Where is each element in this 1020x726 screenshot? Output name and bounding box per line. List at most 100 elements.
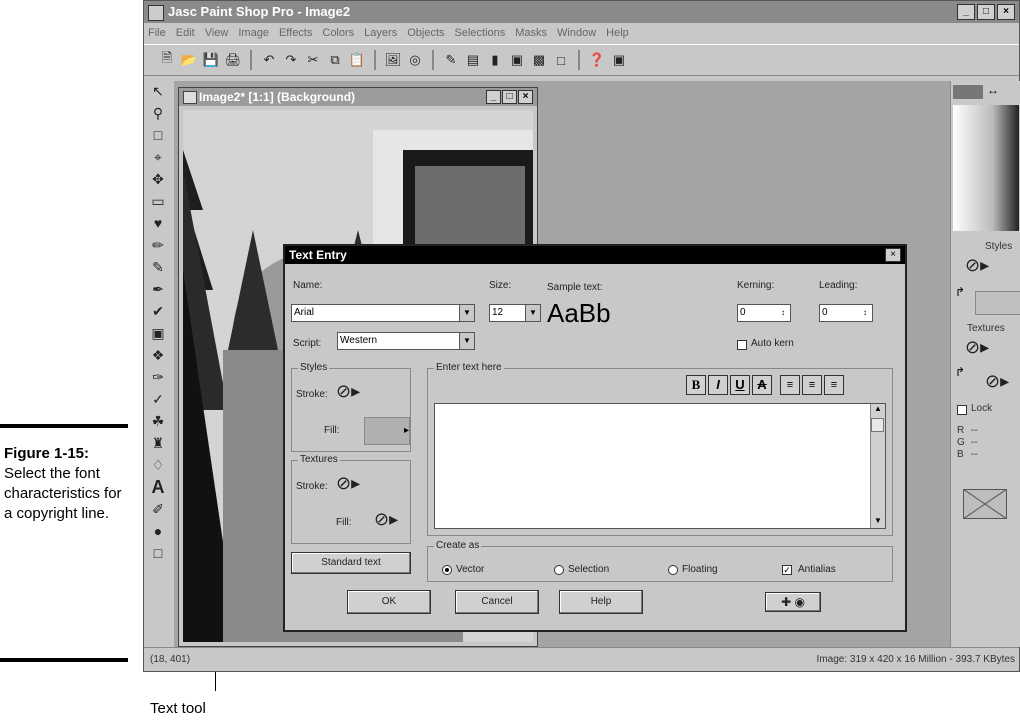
clone-tool-icon[interactable]: ✒	[147, 279, 169, 299]
layer-palette-icon[interactable]: ▩	[530, 51, 548, 69]
vector-radio[interactable]	[442, 565, 452, 575]
histogram-icon[interactable]: □	[552, 51, 570, 69]
color-swatch[interactable]	[953, 85, 983, 99]
scroll-thumb[interactable]	[871, 418, 884, 432]
bold-button[interactable]: B	[686, 375, 706, 395]
preset-shapes-icon[interactable]: ●	[147, 521, 169, 541]
color-replacer-icon[interactable]: ✔	[147, 301, 169, 321]
textures-null-icon[interactable]: ⊘▸	[965, 337, 989, 358]
close-button[interactable]: ×	[997, 4, 1015, 20]
copy-icon[interactable]: ⧉	[326, 51, 344, 69]
menu-image[interactable]: Image	[238, 23, 269, 43]
minimize-button[interactable]: _	[957, 4, 975, 20]
scratch-remover-icon[interactable]: ❖	[147, 345, 169, 365]
chevron-down-icon[interactable]: ▼	[459, 333, 474, 349]
undo-icon[interactable]: ↶	[260, 51, 278, 69]
dialog-close-button[interactable]: ×	[885, 248, 901, 262]
zoom-tool-icon[interactable]: ⚲	[147, 103, 169, 123]
text-tool-icon[interactable]: A	[147, 477, 169, 497]
color-palette-icon[interactable]: ▮	[486, 51, 504, 69]
menu-masks[interactable]: Masks	[515, 23, 547, 43]
menu-selections[interactable]: Selections	[455, 23, 506, 43]
print-icon[interactable]: 🖨	[224, 51, 242, 69]
zoom-icon[interactable]: ◎	[406, 51, 424, 69]
standard-text-button[interactable]: Standard text	[291, 552, 411, 574]
object-selector-icon[interactable]: □	[147, 543, 169, 563]
maximize-button[interactable]: □	[977, 4, 995, 20]
fill-swatch[interactable]: ▸	[364, 417, 410, 445]
menu-layers[interactable]: Layers	[364, 23, 397, 43]
script-select[interactable]: Western ▼	[337, 332, 475, 350]
tool-palette-icon[interactable]: ✎	[442, 51, 460, 69]
menu-edit[interactable]: Edit	[176, 23, 195, 43]
camera-icon[interactable]: ▣	[610, 51, 628, 69]
underline-button[interactable]: U	[730, 375, 750, 395]
paste-icon[interactable]: 📋	[348, 51, 366, 69]
picture-tube-icon[interactable]: ✓	[147, 389, 169, 409]
styles-null-icon[interactable]: ⊘▸	[965, 255, 989, 276]
overview-icon[interactable]: ▣	[508, 51, 526, 69]
menu-help[interactable]: Help	[606, 23, 629, 43]
kerning-spinner-icon[interactable]: ↕	[776, 305, 790, 321]
scroll-up-icon[interactable]: ▲	[871, 404, 885, 416]
menu-window[interactable]: Window	[557, 23, 596, 43]
align-center-icon[interactable]: ≡	[802, 375, 822, 395]
floating-radio[interactable]	[668, 565, 678, 575]
align-left-icon[interactable]: ≡	[780, 375, 800, 395]
menu-file[interactable]: File	[148, 23, 166, 43]
help-button[interactable]: Help	[559, 590, 643, 614]
cancel-button[interactable]: Cancel	[455, 590, 539, 614]
retouch-tool-icon[interactable]: ▣	[147, 323, 169, 343]
dropper-tool-icon[interactable]: ✏	[147, 235, 169, 255]
preview-eye-icon[interactable]: ✚ ◉	[765, 592, 821, 612]
font-name-select[interactable]: Arial ▼	[291, 304, 475, 322]
context-help-icon[interactable]: ❓	[588, 51, 606, 69]
selection-radio[interactable]	[554, 565, 564, 575]
menu-objects[interactable]: Objects	[407, 23, 444, 43]
stroke-null-icon[interactable]: ⊘▸	[336, 381, 360, 402]
swap-styles-icon[interactable]: ↱	[955, 285, 965, 299]
crop-tool-icon[interactable]: ⌖	[147, 147, 169, 167]
texture-stroke-null-icon[interactable]: ⊘▸	[336, 473, 360, 494]
open-folder-icon[interactable]: 📂	[180, 51, 198, 69]
deformation-tool-icon[interactable]: □	[147, 125, 169, 145]
auto-kern-checkbox[interactable]	[737, 340, 747, 350]
pen-tool-icon[interactable]: ♢	[147, 455, 169, 475]
textures-fill-null-icon[interactable]: ⊘▸	[985, 371, 1009, 392]
menu-colors[interactable]: Colors	[322, 23, 354, 43]
paintbrush-tool-icon[interactable]: ✎	[147, 257, 169, 277]
new-file-icon[interactable]: 🗎	[158, 50, 176, 69]
texture-fill-null-icon[interactable]: ⊘▸	[374, 509, 398, 530]
airbrush-tool-icon[interactable]: ☘	[147, 411, 169, 431]
save-icon[interactable]: 💾	[202, 51, 220, 69]
browse-icon[interactable]: 🖼	[384, 51, 402, 69]
lock-checkbox[interactable]	[957, 405, 967, 415]
fill-style-swatch[interactable]	[975, 291, 1020, 315]
control-palette-icon[interactable]: ▤	[464, 51, 482, 69]
swap-textures-icon[interactable]: ↱	[955, 365, 965, 379]
scroll-down-icon[interactable]: ▼	[871, 516, 885, 528]
chevron-down-icon[interactable]: ▼	[525, 305, 540, 321]
mover-tool-icon[interactable]: ✥	[147, 169, 169, 189]
menu-effects[interactable]: Effects	[279, 23, 312, 43]
leading-input[interactable]: 0 ↕	[819, 304, 873, 322]
leading-spinner-icon[interactable]: ↕	[858, 305, 872, 321]
freehand-tool-icon[interactable]: ♥	[147, 213, 169, 233]
font-size-select[interactable]: 12 ▼	[489, 304, 541, 322]
textarea-scrollbar[interactable]: ▲ ▼	[870, 404, 885, 528]
strikethrough-button[interactable]: A	[752, 375, 772, 395]
flood-fill-icon[interactable]: ♜	[147, 433, 169, 453]
text-entry-textarea[interactable]: ▲ ▼	[434, 403, 886, 529]
image-close-button[interactable]: ×	[518, 90, 533, 104]
menu-view[interactable]: View	[205, 23, 229, 43]
antialias-checkbox[interactable]: ✓	[782, 565, 792, 575]
arrow-tool-icon[interactable]: ↖	[147, 81, 169, 101]
color-picker[interactable]	[953, 105, 1019, 231]
selection-tool-icon[interactable]: ▭	[147, 191, 169, 211]
cut-icon[interactable]: ✂	[304, 51, 322, 69]
swap-arrow-icon[interactable]: ↔	[987, 83, 999, 97]
ok-button[interactable]: OK	[347, 590, 431, 614]
align-right-icon[interactable]: ≡	[824, 375, 844, 395]
image-maximize-button[interactable]: □	[502, 90, 517, 104]
italic-button[interactable]: I	[708, 375, 728, 395]
